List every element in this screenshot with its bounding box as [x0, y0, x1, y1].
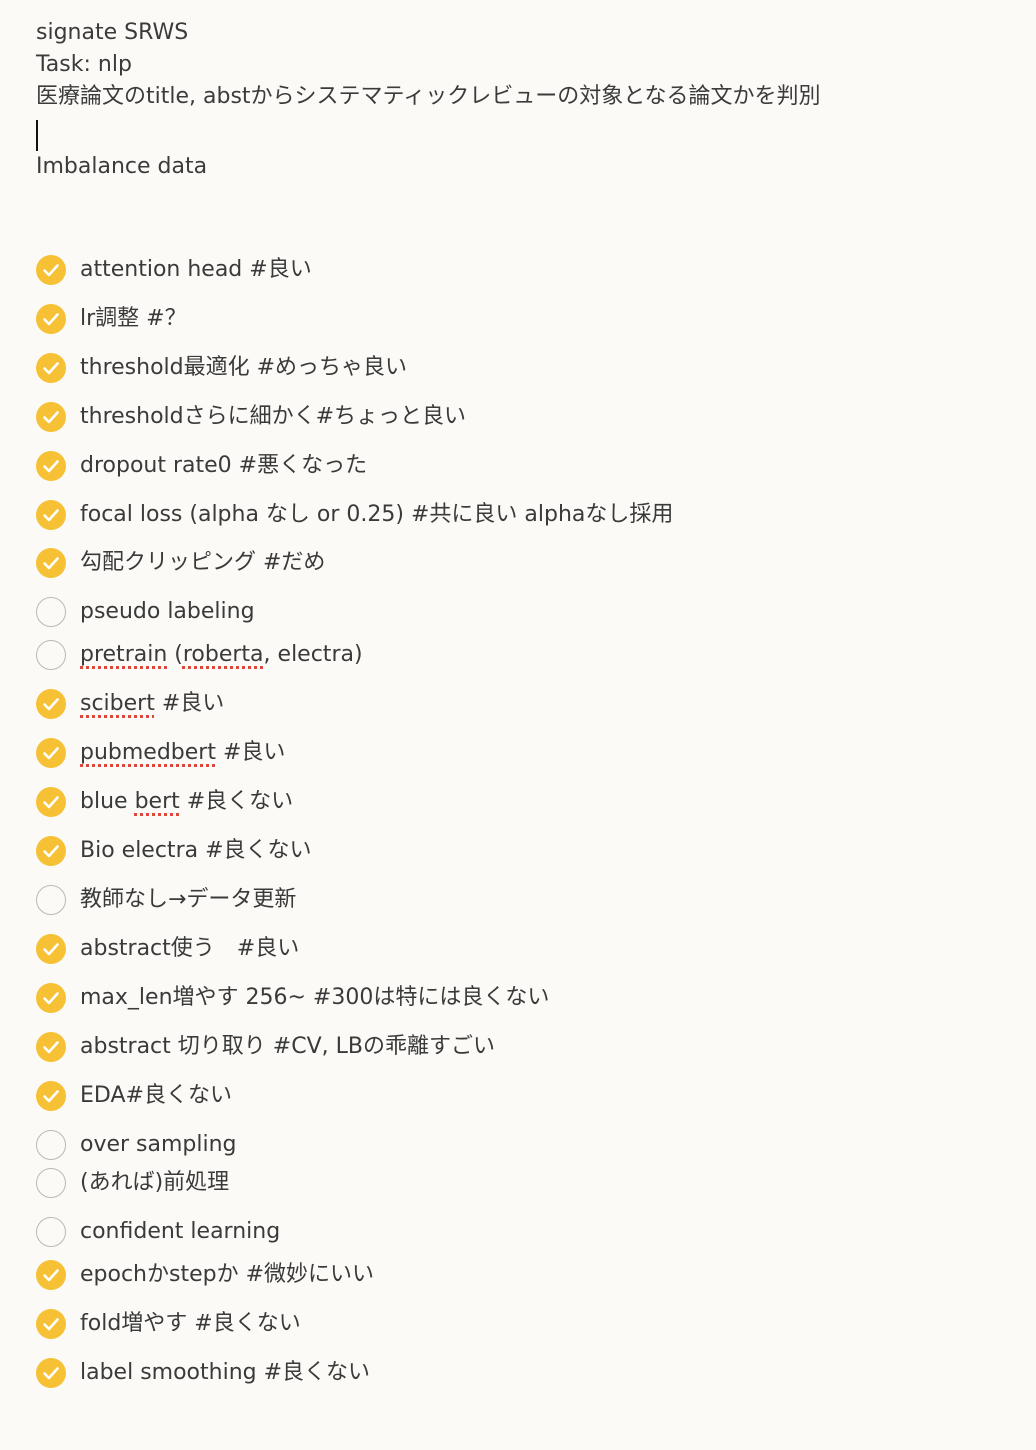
- checkmark-circle-icon[interactable]: [36, 1081, 66, 1111]
- spellcheck-word: bert: [134, 789, 180, 814]
- checklist-item-text[interactable]: pubmedbert #良い: [80, 737, 285, 769]
- checklist-item-text[interactable]: lr調整 #？: [80, 303, 187, 335]
- checkmark-circle-icon[interactable]: [36, 451, 66, 481]
- checklist-item: max_len増やす 256~ #300は特には良くない: [36, 982, 996, 1014]
- checklist-item: threshold最適化 #めっちゃ良い: [36, 352, 996, 384]
- checklist-item: 勾配クリッピング #だめ: [36, 547, 996, 579]
- checklist-item-text[interactable]: epochかstepか #微妙にいい: [80, 1259, 374, 1291]
- checkmark-circle-icon[interactable]: [36, 738, 66, 768]
- checklist-item: 教師なし→データ更新: [36, 884, 996, 916]
- checklist-item-text[interactable]: confident learning: [80, 1216, 280, 1248]
- checklist-item-text[interactable]: blue bert #良くない: [80, 786, 293, 818]
- checklist-item-text[interactable]: abstract使う #良い: [80, 933, 299, 965]
- empty-circle-icon[interactable]: [36, 1168, 66, 1198]
- checklist-item: abstract 切り取り #CV, LBの乖離すごい: [36, 1031, 996, 1063]
- text-cursor: [36, 120, 38, 151]
- checklist-item: attention head #良い: [36, 254, 996, 286]
- checkmark-circle-icon[interactable]: [36, 1309, 66, 1339]
- checklist-item-text[interactable]: label smoothing #良くない: [80, 1357, 370, 1389]
- checklist-item: abstract使う #良い: [36, 933, 996, 965]
- checkmark-circle-icon[interactable]: [36, 304, 66, 334]
- checkmark-circle-icon[interactable]: [36, 689, 66, 719]
- spellcheck-word: scibert: [80, 691, 155, 716]
- spellcheck-word: pubmedbert: [80, 740, 216, 765]
- note-line-imbalance: Imbalance data: [36, 154, 208, 179]
- checklist-item: EDA#良くない: [36, 1080, 996, 1112]
- checklist-item-text[interactable]: dropout rate0 #悪くなった: [80, 450, 367, 482]
- checklist-item-text[interactable]: abstract 切り取り #CV, LBの乖離すごい: [80, 1031, 495, 1063]
- checkmark-circle-icon[interactable]: [36, 255, 66, 285]
- checklist-item: label smoothing #良くない: [36, 1357, 996, 1389]
- checklist-item-text[interactable]: scibert #良い: [80, 688, 224, 720]
- checkmark-circle-icon[interactable]: [36, 934, 66, 964]
- spellcheck-word: pretrain: [80, 642, 168, 667]
- checklist-item: confident learning: [36, 1216, 996, 1248]
- checkmark-circle-icon[interactable]: [36, 1358, 66, 1388]
- empty-circle-icon[interactable]: [36, 597, 66, 627]
- checkmark-circle-icon[interactable]: [36, 983, 66, 1013]
- checklist-item-text[interactable]: attention head #良い: [80, 254, 312, 286]
- checklist-item-text[interactable]: over sampling: [80, 1129, 237, 1161]
- checkmark-circle-icon[interactable]: [36, 353, 66, 383]
- note-line-task: Task: nlp: [36, 52, 132, 77]
- spellcheck-word: roberta: [182, 642, 264, 667]
- checkmark-circle-icon[interactable]: [36, 548, 66, 578]
- checklist-item: over sampling: [36, 1129, 996, 1161]
- checklist-item: dropout rate0 #悪くなった: [36, 450, 996, 482]
- checkmark-circle-icon[interactable]: [36, 402, 66, 432]
- checklist-item-text[interactable]: (あれば)前処理: [80, 1167, 229, 1199]
- checklist-item: lr調整 #？: [36, 303, 996, 335]
- empty-circle-icon[interactable]: [36, 1130, 66, 1160]
- checkmark-circle-icon[interactable]: [36, 1032, 66, 1062]
- checklist-item-text[interactable]: pretrain (roberta, electra): [80, 639, 363, 671]
- checklist-item: pubmedbert #良い: [36, 737, 996, 769]
- checkmark-circle-icon[interactable]: [36, 787, 66, 817]
- checklist-item: thresholdさらに細かく#ちょっと良い: [36, 401, 996, 433]
- checklist-item: scibert #良い: [36, 688, 996, 720]
- checklist-item: blue bert #良くない: [36, 786, 996, 818]
- checkmark-circle-icon[interactable]: [36, 500, 66, 530]
- empty-circle-icon[interactable]: [36, 640, 66, 670]
- note-title: signate SRWS: [36, 20, 189, 45]
- checklist-item-text[interactable]: fold増やす #良くない: [80, 1308, 301, 1340]
- checklist-item: fold増やす #良くない: [36, 1308, 996, 1340]
- empty-circle-icon[interactable]: [36, 1217, 66, 1247]
- checklist-item-text[interactable]: EDA#良くない: [80, 1080, 232, 1112]
- checklist-item-text[interactable]: focal loss (alpha なし or 0.25) #共に良い alph…: [80, 499, 673, 531]
- empty-circle-icon[interactable]: [36, 885, 66, 915]
- checkmark-circle-icon[interactable]: [36, 836, 66, 866]
- checklist-item: pseudo labeling: [36, 596, 996, 628]
- checklist-item-text[interactable]: max_len増やす 256~ #300は特には良くない: [80, 982, 549, 1014]
- checkmark-circle-icon[interactable]: [36, 1260, 66, 1290]
- checklist-item: focal loss (alpha なし or 0.25) #共に良い alph…: [36, 499, 996, 531]
- checklist-item: pretrain (roberta, electra): [36, 639, 996, 671]
- checklist-item-text[interactable]: thresholdさらに細かく#ちょっと良い: [80, 401, 466, 433]
- checklist-item: epochかstepか #微妙にいい: [36, 1259, 996, 1291]
- note-line-description: 医療論文のtitle, abstからシステマティックレビューの対象となる論文かを…: [36, 84, 821, 109]
- checklist-item-text[interactable]: 教師なし→データ更新: [80, 884, 296, 916]
- note-editor[interactable]: signate SRWS Task: nlp 医療論文のtitle, abstか…: [0, 0, 1036, 1450]
- checklist-item-text[interactable]: Bio electra #良くない: [80, 835, 312, 867]
- checklist-item-text[interactable]: 勾配クリッピング #だめ: [80, 547, 325, 579]
- checklist-item: Bio electra #良くない: [36, 835, 996, 867]
- checklist-item-text[interactable]: threshold最適化 #めっちゃ良い: [80, 352, 407, 384]
- checklist-item-text[interactable]: pseudo labeling: [80, 596, 255, 628]
- checklist-item: (あれば)前処理: [36, 1167, 996, 1199]
